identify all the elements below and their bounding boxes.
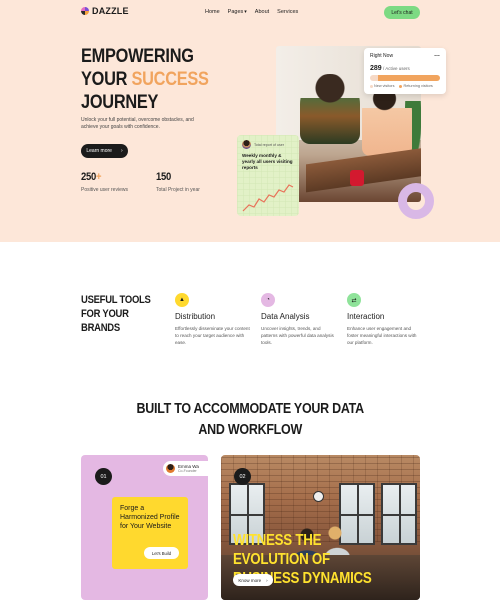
stat-projects: 150 Total Project in year	[156, 171, 200, 193]
feature-title: Distribution	[175, 312, 216, 321]
feature-title: Data Analysis	[261, 312, 310, 321]
profile-promo-headline: Forge a Harmonized Profile for Your Webs…	[120, 505, 180, 530]
stat-reviews-number: 250+	[81, 171, 102, 183]
learn-more-label: Learn more	[86, 148, 112, 154]
tools-title-line3: BRANDS	[81, 322, 120, 334]
built-title-line1: BUILT TO ACCOMMODATE YOUR DATA	[136, 401, 364, 417]
learn-more-button[interactable]: Learn more ›	[81, 144, 128, 158]
profile-role: Co-Founder	[178, 469, 197, 473]
avatar	[166, 464, 175, 473]
right-now-card: Right Now … 289 / Active users New visit…	[364, 48, 446, 94]
built-title: BUILT TO ACCOMMODATE YOUR DATA AND WORKF…	[0, 399, 500, 441]
feature-interaction: ⇄ Interaction Enhance user engagement an…	[347, 293, 422, 346]
know-more-button[interactable]: Know more ›	[233, 574, 273, 586]
hero-title-accent: SUCCESS	[131, 69, 209, 90]
feature-desc: Effortlessly disseminate your content to…	[175, 326, 250, 345]
lets-build-button[interactable]: Let's Build	[144, 547, 179, 559]
hero-title-line1: EMPOWERING	[81, 46, 194, 67]
visitors-bar	[370, 75, 440, 81]
stat-projects-number: 150	[156, 171, 172, 183]
arrow-right-icon: ›	[266, 577, 268, 583]
tools-title-line2: FOR YOUR	[81, 308, 129, 320]
feature-desc: Uncover insights, trends, and patterns w…	[261, 326, 334, 345]
top-nav: DAZZLE Home Pages ▾ About Services Let's …	[0, 6, 500, 20]
profile-promo-card: Forge a Harmonized Profile for Your Webs…	[112, 497, 188, 569]
stat-reviews-digits: 250	[81, 171, 97, 183]
cup-image	[350, 170, 364, 186]
nav-link-services[interactable]: Services	[277, 9, 298, 15]
hero-subtitle: Unlock your full potential, overcome obs…	[81, 117, 194, 130]
headline-line1: WITNESS THE EVOLUTION OF	[233, 532, 330, 568]
logo[interactable]: DAZZLE	[81, 6, 129, 16]
nav-link-home[interactable]: Home	[205, 9, 220, 15]
legend-new: New visitors	[370, 84, 394, 88]
stat-projects-value: 150	[156, 171, 200, 183]
table-image	[306, 147, 421, 193]
report-trend-line	[242, 184, 294, 212]
stat-reviews-suffix: +	[96, 171, 102, 183]
hero-title-prefix: YOUR	[81, 69, 132, 90]
hero-title-line3: JOURNEY	[81, 92, 159, 113]
report-trend-chart	[242, 184, 294, 212]
hero-title-line2: YOUR SUCCESS	[81, 68, 209, 91]
logo-text: DAZZLE	[92, 6, 129, 16]
stat-reviews: 250+ Positive user reviews	[81, 171, 128, 193]
data-analysis-icon: ◔	[261, 293, 275, 307]
feature-data-analysis: ◔ Data Analysis Uncover insights, trends…	[261, 293, 336, 346]
know-more-label: Know more	[238, 577, 262, 583]
stat-reviews-value: 250+	[81, 171, 128, 183]
lets-chat-button[interactable]: Let's chat	[384, 6, 420, 19]
returning-visitors-segment	[378, 75, 440, 81]
active-users-count: 289	[370, 65, 382, 72]
profile-chip: Emma Wa Co-Founder	[163, 461, 208, 476]
legend-new-label: New visitors	[374, 84, 395, 88]
user-report-card: Total report of user Weekly monthly & ye…	[237, 135, 299, 216]
profile-feature-card: 01 Emma Wa Co-Founder Forge a Harmonized…	[81, 455, 208, 600]
feature-title: Interaction	[347, 312, 385, 321]
legend-dot-new	[370, 84, 373, 88]
tools-title: USEFUL TOOLS FOR YOUR BRANDS	[81, 293, 162, 335]
report-header: Total report of user	[242, 140, 294, 149]
logo-mark-icon	[81, 7, 89, 15]
right-now-header: Right Now …	[370, 52, 440, 59]
card-number-badge: 02	[234, 468, 251, 485]
business-dynamics-card: 02 WITNESS THE EVOLUTION OF BUSINESS DYN…	[221, 455, 420, 600]
interaction-icon: ⇄	[347, 293, 361, 307]
person-image	[300, 74, 360, 144]
avatar	[242, 140, 251, 149]
new-visitors-segment	[370, 75, 379, 81]
chevron-down-icon: ▾	[244, 9, 247, 15]
decorative-ring	[398, 183, 434, 219]
built-title-line2: AND WORKFLOW	[198, 422, 302, 438]
feature-distribution: ▲ Distribution Effortlessly disseminate …	[175, 293, 250, 346]
arrow-right-icon: ›	[120, 148, 123, 154]
legend-returning: Returning visitors	[399, 84, 433, 88]
nav-link-about[interactable]: About	[255, 9, 269, 15]
person-image	[362, 86, 412, 156]
hero-section: DAZZLE Home Pages ▾ About Services Let's …	[0, 0, 500, 242]
more-options-icon[interactable]: …	[434, 52, 440, 59]
tools-title-line1: USEFUL TOOLS	[81, 294, 151, 306]
profile-chip-text: Emma Wa Co-Founder	[178, 464, 199, 473]
feature-desc: Enhance user engagement and foster meani…	[347, 326, 417, 345]
visitors-legend: New visitors Returning visitors	[370, 84, 440, 88]
active-users-label: / Active users	[382, 66, 410, 71]
right-now-title: Right Now	[370, 53, 394, 59]
report-caption: Total report of user	[254, 142, 284, 147]
card-number-badge: 01	[95, 468, 112, 485]
stat-projects-label: Total Project in year	[156, 187, 200, 193]
nav-link-pages-label: Pages	[227, 9, 244, 15]
distribution-icon: ▲	[175, 293, 189, 307]
report-title: Weekly monthly & yearly all users visiti…	[242, 153, 293, 170]
legend-returning-label: Returning visitors	[403, 84, 433, 88]
nav-link-pages[interactable]: Pages ▾	[228, 9, 247, 15]
clock-icon	[313, 491, 324, 502]
hero-title: EMPOWERING YOUR SUCCESS JOURNEY	[81, 45, 229, 114]
nav-links: Home Pages ▾ About Services	[205, 9, 298, 15]
stat-reviews-label: Positive user reviews	[81, 187, 128, 193]
active-users-stat: 289 / Active users	[370, 65, 440, 72]
